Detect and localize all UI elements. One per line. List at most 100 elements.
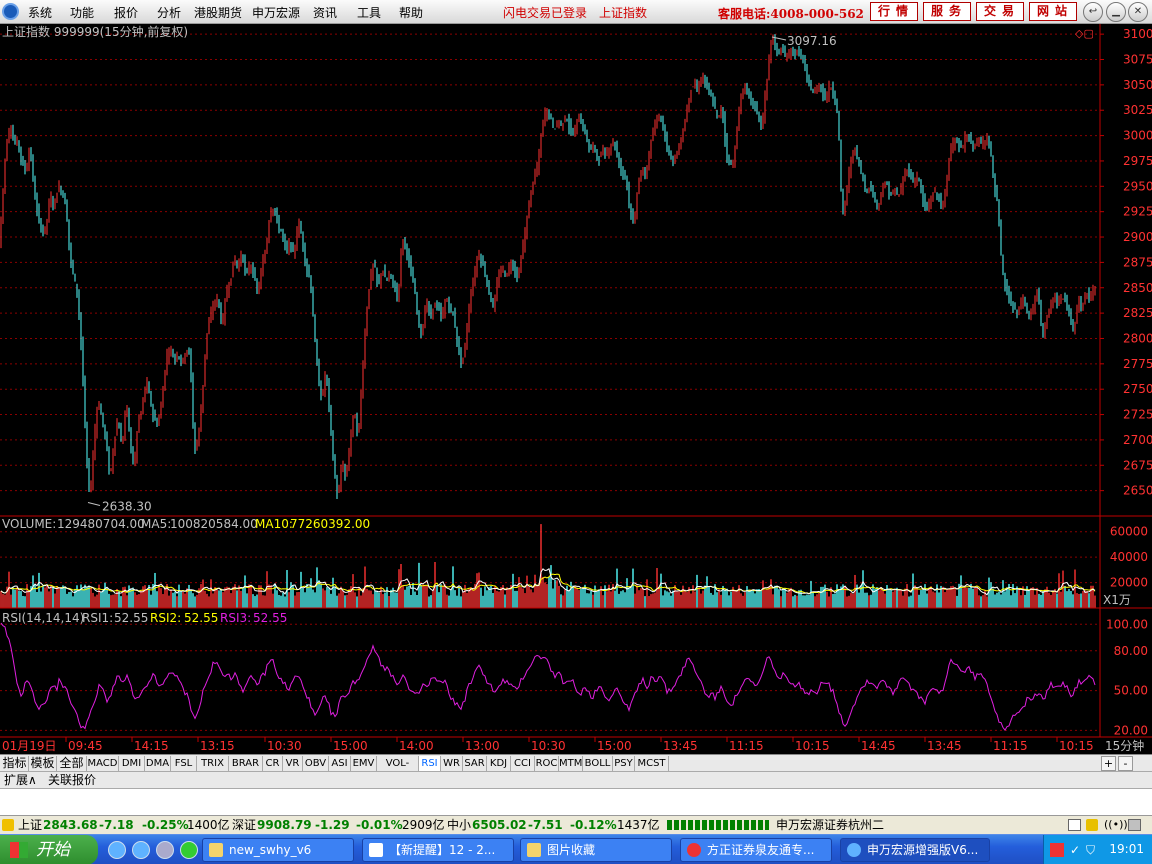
ma10-value: 77260392.00 xyxy=(290,517,370,531)
menu-tools[interactable]: 工具 xyxy=(357,4,381,21)
menu-system[interactable]: 系统 xyxy=(28,4,52,21)
axis-tick-label: 60000 xyxy=(1110,525,1148,539)
quote-button[interactable]: 行情 xyxy=(870,2,918,21)
chart-settings-icon[interactable]: ◇▢ xyxy=(1075,27,1094,40)
tab-fsl[interactable]: FSL xyxy=(171,756,197,771)
axis-tick-label: 10:15 xyxy=(795,739,830,753)
expand-button[interactable]: 扩展∧ xyxy=(4,773,37,788)
tab-template[interactable]: 模板 xyxy=(29,756,57,771)
menu-hk-futures[interactable]: 港股期货 xyxy=(194,4,242,21)
media-icon[interactable] xyxy=(180,841,198,859)
tab-wr[interactable]: WR xyxy=(441,756,463,771)
task-swhy-active[interactable]: 申万宏源增强版V6... xyxy=(840,838,990,862)
related-quote-button[interactable]: 关联报价 xyxy=(48,773,96,788)
fangzheng-icon xyxy=(687,843,701,857)
add-panel-button[interactable]: + xyxy=(1101,756,1116,771)
tab-psy[interactable]: PSY xyxy=(613,756,635,771)
start-button[interactable]: 开始 xyxy=(0,835,98,864)
check-tray-icon[interactable]: ✓ xyxy=(1070,843,1080,857)
sme-change: -7.51 xyxy=(528,818,563,832)
back-icon[interactable]: ↩ xyxy=(1083,2,1103,22)
tab-trix[interactable]: TRIX xyxy=(197,756,229,771)
menu-news[interactable]: 资讯 xyxy=(313,4,337,21)
axis-tick-label: 2875 xyxy=(1123,255,1152,269)
info-panel xyxy=(0,788,1152,815)
annotation-leader xyxy=(771,36,787,41)
hotline-text: 客服电话:4008-000-562 xyxy=(718,7,864,21)
axis-tick-label: 13:45 xyxy=(927,739,962,753)
tab-dma[interactable]: DMA xyxy=(145,756,171,771)
tab-brar[interactable]: BRAR xyxy=(229,756,263,771)
menu-quote[interactable]: 报价 xyxy=(114,4,138,21)
remove-panel-button[interactable]: - xyxy=(1118,756,1133,771)
axis-tick-label: 11:15 xyxy=(729,739,764,753)
tab-asi[interactable]: ASI xyxy=(329,756,351,771)
high-annotation: 3097.16 xyxy=(787,34,837,48)
app-window: 系统 功能 报价 分析 港股期货 申万宏源 资讯 工具 帮助 闪电交易已登录 上… xyxy=(0,0,1152,864)
calculator-icon[interactable] xyxy=(1128,819,1141,831)
menu-function[interactable]: 功能 xyxy=(70,4,94,21)
ie-icon[interactable] xyxy=(108,841,126,859)
period-label: 15分钟 xyxy=(1105,738,1144,753)
axis-tick-label: 2775 xyxy=(1123,357,1152,371)
sh-pct: -0.25% xyxy=(142,818,189,832)
axis-tick-label: 2725 xyxy=(1123,408,1152,422)
website-button[interactable]: 网站 xyxy=(1029,2,1077,21)
minimize-icon[interactable]: ▁ xyxy=(1106,2,1126,22)
menu-help[interactable]: 帮助 xyxy=(399,4,423,21)
sme-value: 6505.02 xyxy=(472,818,527,832)
tab-dmi[interactable]: DMI xyxy=(119,756,145,771)
index-notice[interactable]: 上证指数 xyxy=(599,4,647,21)
kline-panel: 2650 2675 2700 2725 2750 2775 2800 2825 2850 2875… xyxy=(0,27,1152,506)
tab-obv[interactable]: OBV xyxy=(303,756,329,771)
tab-vol-tdx[interactable]: VOL-TDX xyxy=(377,756,419,784)
rsi1-value: 52.55 xyxy=(114,611,148,625)
trade-button[interactable]: 交易 xyxy=(976,2,1024,21)
tab-vr[interactable]: VR xyxy=(283,756,303,771)
tab-cci[interactable]: CCI xyxy=(511,756,535,771)
market-strength-indicator xyxy=(667,820,769,830)
tab-mtm[interactable]: MTM xyxy=(559,756,583,771)
task-fangzheng[interactable]: 方正证券泉友通专... xyxy=(680,838,832,862)
tab-kdj[interactable]: KDJ xyxy=(487,756,511,771)
tab-cr[interactable]: CR xyxy=(263,756,283,771)
task-label: new_swhy_v6 xyxy=(229,843,312,857)
tab-boll[interactable]: BOLL xyxy=(583,756,613,771)
chart-title: 上证指数 999999(15分钟,前复权) xyxy=(2,24,188,39)
task-label: 申万宏源增强版V6... xyxy=(867,843,979,857)
tab-rsi[interactable]: RSI xyxy=(419,756,441,771)
axis-tick-label: 2700 xyxy=(1123,433,1152,447)
task-reminder[interactable]: 【新提醒】12 - 2... xyxy=(362,838,514,862)
tab-emv[interactable]: EMV xyxy=(351,756,377,771)
volume-unit: X1万 xyxy=(1103,593,1131,607)
flag-tray-icon[interactable] xyxy=(1050,843,1064,857)
service-button[interactable]: 服务 xyxy=(923,2,971,21)
tab-all[interactable]: 全部 xyxy=(57,756,87,771)
close-icon[interactable]: ✕ xyxy=(1128,2,1148,22)
chart-area[interactable]: 2650 2675 2700 2725 2750 2775 2800 2825 2850 2875… xyxy=(0,24,1152,754)
menu-swhy[interactable]: 申万宏源 xyxy=(252,4,300,21)
date-label: 01月19日 xyxy=(2,739,57,753)
ie-alt-icon[interactable] xyxy=(132,841,150,859)
ma5-value: 100820584.00 xyxy=(170,517,258,531)
tab-sar[interactable]: SAR xyxy=(463,756,487,771)
axis-tick-label: 2925 xyxy=(1123,205,1152,219)
task-pictures[interactable]: 图片收藏 xyxy=(520,838,672,862)
lock-icon[interactable] xyxy=(1086,819,1098,831)
swhy-icon xyxy=(847,843,861,857)
tab-mcst[interactable]: MCST xyxy=(635,756,669,771)
task-new-swhy[interactable]: new_swhy_v6 xyxy=(202,838,354,862)
login-notice[interactable]: 闪电交易已登录 xyxy=(503,4,587,21)
sz-value: 9908.79 xyxy=(257,818,312,832)
shield-tray-icon[interactable]: ⛉ xyxy=(1086,843,1095,858)
window-icon[interactable] xyxy=(1068,819,1081,831)
alert-icon[interactable] xyxy=(2,819,14,831)
tab-roc[interactable]: ROC xyxy=(535,756,559,771)
tab-macd[interactable]: MACD xyxy=(87,756,119,771)
tab-indicator[interactable]: 指标 xyxy=(1,756,29,771)
sh-value: 2843.68 xyxy=(43,818,98,832)
desktop-icon[interactable] xyxy=(156,841,174,859)
signal-icon[interactable]: ((•)) xyxy=(1104,816,1128,834)
menu-analysis[interactable]: 分析 xyxy=(157,4,181,21)
axis-tick-label: 13:00 xyxy=(465,739,500,753)
